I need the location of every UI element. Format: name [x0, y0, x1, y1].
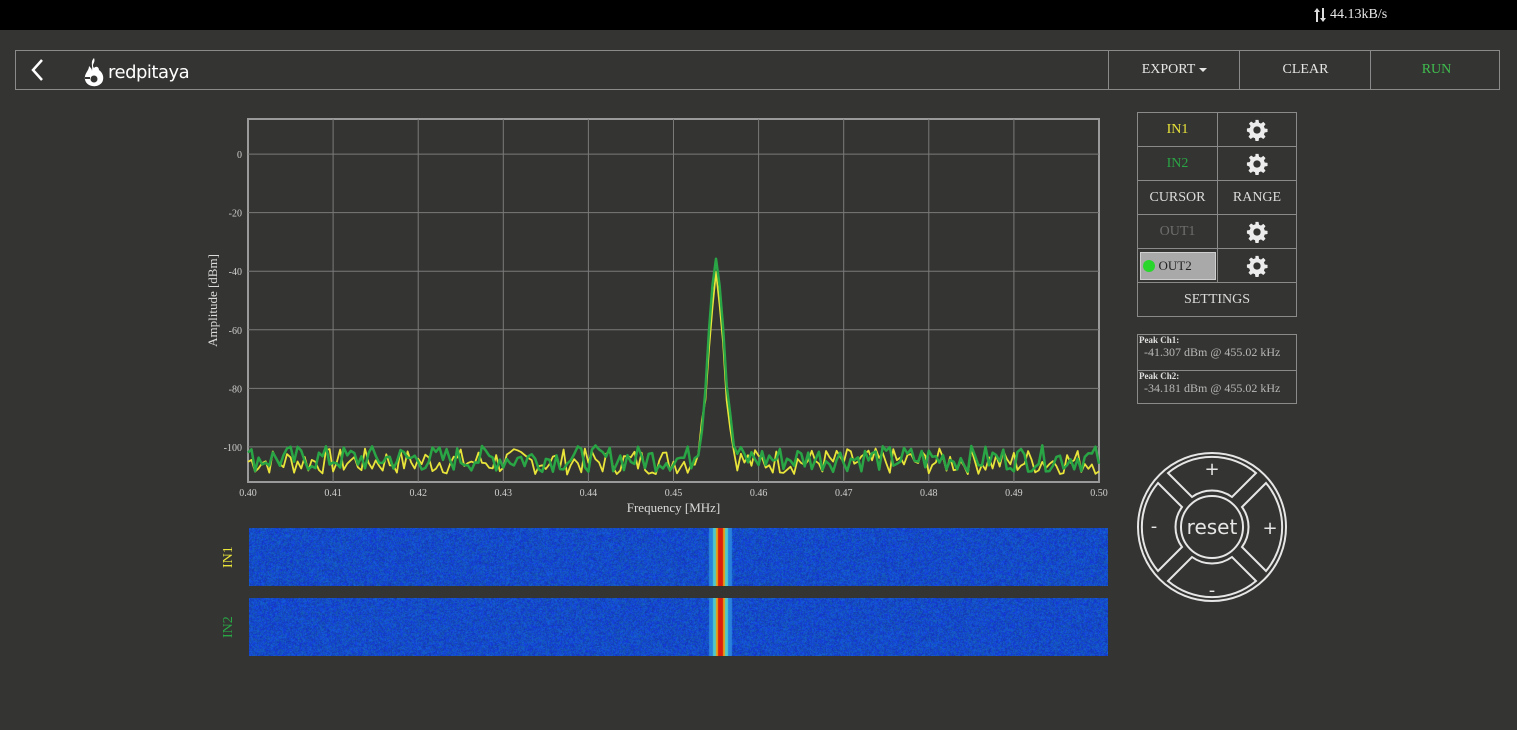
x-axis-label: Frequency [MHz] [627, 500, 721, 515]
logo: redpitaya [82, 57, 190, 87]
x-tick-label: 0.42 [409, 488, 427, 499]
dpad-down-label: - [1209, 580, 1216, 601]
network-rate: 44.13kB/s [1313, 7, 1387, 23]
x-tick-label: 0.49 [1005, 488, 1023, 499]
app-header: redpitaya EXPORT CLEAR RUN [15, 50, 1500, 90]
export-button[interactable]: EXPORT [1108, 51, 1240, 89]
channel-panel: IN1 IN2 CURSOR RANGE OUT1 OUT2 SETTINGS [1137, 112, 1297, 317]
x-tick-label: 0.44 [580, 488, 598, 499]
x-tick-label: 0.43 [495, 488, 513, 499]
y-tick-label: -20 [229, 209, 242, 220]
in2-settings-button[interactable] [1218, 147, 1296, 180]
gear-icon [1246, 153, 1268, 175]
y-axis-label: Amplitude [dBm] [205, 254, 220, 347]
peak-ch1-title: Peak Ch1: [1139, 335, 1180, 345]
caret-down-icon [1199, 68, 1208, 72]
waterfall-in2 [249, 598, 1108, 656]
range-button[interactable]: RANGE [1218, 181, 1296, 214]
waterfall-in1 [249, 528, 1108, 586]
peak-ch2-value: -34.181 dBm @ 455.02 kHz [1144, 381, 1281, 395]
in2-button[interactable]: IN2 [1138, 147, 1218, 180]
x-tick-label: 0.41 [324, 488, 342, 499]
flame-logo-icon [84, 58, 104, 87]
row-cursor-range: CURSOR RANGE [1137, 181, 1297, 215]
y-tick-label: -80 [229, 384, 242, 395]
export-label: EXPORT [1141, 62, 1196, 77]
y-tick-label: -100 [224, 443, 242, 454]
out2-button[interactable]: OUT2 [1138, 249, 1218, 282]
run-label: RUN [1421, 62, 1452, 77]
active-indicator-dot [1142, 259, 1155, 272]
peak-ch1-value: -41.307 dBm @ 455.02 kHz [1144, 345, 1281, 359]
dpad-reset-label: reset [1187, 515, 1238, 539]
y-tick-label: -40 [229, 267, 242, 278]
x-tick-label: 0.45 [665, 488, 683, 499]
dpad-right-label: + [1262, 518, 1277, 539]
row-in1: IN1 [1137, 112, 1297, 147]
x-tick-label: 0.46 [750, 488, 768, 499]
run-button[interactable]: RUN [1370, 51, 1502, 89]
out2-label: OUT2 [1158, 257, 1192, 273]
y-tick-label: 0 [237, 150, 242, 161]
row-out2: OUT2 [1137, 249, 1297, 283]
logo-text: redpitaya [108, 61, 190, 83]
x-tick-label: 0.50 [1090, 488, 1108, 499]
spectrum-chart[interactable]: 0.40 0.41 0.42 0.43 0.44 0.45 0.46 0.47 0.48 0.49… [195, 110, 1115, 520]
gear-icon [1246, 221, 1268, 243]
out1-button[interactable]: OUT1 [1138, 215, 1218, 248]
gear-icon [1246, 119, 1268, 141]
waterfall-label-in2: IN2 [221, 616, 236, 638]
peak-ch1: Peak Ch1: -41.307 dBm @ 455.02 kHz [1139, 336, 1296, 360]
peak-ch2-title: Peak Ch2: [1139, 371, 1180, 381]
row-settings: SETTINGS [1137, 283, 1297, 317]
out2-settings-button[interactable] [1218, 249, 1296, 282]
row-in2: IN2 [1137, 147, 1297, 181]
dpad-up-label: + [1204, 459, 1219, 480]
in1-settings-button[interactable] [1218, 113, 1296, 146]
cursor-button[interactable]: CURSOR [1138, 181, 1218, 214]
x-tick-label: 0.48 [920, 488, 938, 499]
back-chevron-icon[interactable] [28, 57, 48, 83]
network-rate-text: 44.13kB/s [1330, 7, 1388, 22]
dpad-left-label: - [1151, 516, 1158, 537]
waterfall-label-in1: IN1 [221, 546, 236, 568]
settings-button[interactable]: SETTINGS [1138, 283, 1296, 316]
gear-icon [1246, 255, 1268, 277]
dpad-left-button[interactable] [1140, 481, 1184, 573]
peak-readout: Peak Ch1: -41.307 dBm @ 455.02 kHz Peak … [1137, 334, 1297, 404]
y-tick-label: -60 [229, 326, 242, 337]
clear-button[interactable]: CLEAR [1239, 51, 1371, 89]
in1-button[interactable]: IN1 [1138, 113, 1218, 146]
peak-ch2: Peak Ch2: -34.181 dBm @ 455.02 kHz [1139, 372, 1296, 396]
out1-settings-button[interactable] [1218, 215, 1296, 248]
row-out1: OUT1 [1137, 215, 1297, 249]
up-down-arrows-icon [1314, 8, 1326, 22]
clear-label: CLEAR [1282, 62, 1329, 77]
x-tick-label: 0.47 [835, 488, 853, 499]
zoom-dpad: + + - - reset [1137, 452, 1287, 602]
top-status-bar: 44.13kB/s [0, 0, 1517, 30]
out2-active-box: OUT2 [1139, 251, 1216, 280]
x-tick-label: 0.40 [239, 488, 257, 499]
